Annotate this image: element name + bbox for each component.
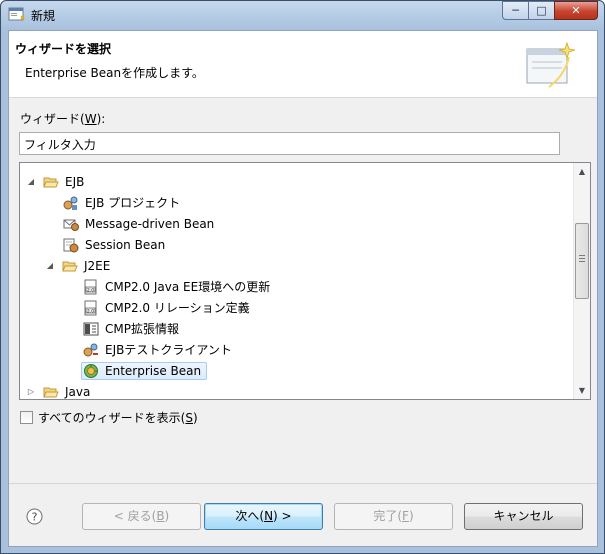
show-all-wizards-checkbox[interactable]: すべてのウィザードを表示(S) [20, 409, 198, 426]
tree-item-message-driven-bean[interactable]: Message-driven Bean [61, 213, 220, 234]
tree-scrollbar[interactable]: ▲ ▼ [573, 163, 590, 399]
folder-open-icon [62, 261, 78, 271]
tree-item-label: CMP2.0 リレーション定義 [105, 301, 250, 315]
tree-item-java[interactable]: ▷ Java [25, 381, 96, 399]
folder-open-icon [43, 177, 59, 187]
cmp-relation-icon: 2.0 [84, 300, 97, 315]
tree-item-label: EJB プロジェクト [85, 196, 181, 210]
help-icon[interactable]: ? [26, 508, 43, 525]
tree-item-label: EJBテストクライアント [105, 343, 232, 357]
new-wizard-app-icon [8, 7, 25, 21]
banner-title: ウィザードを選択 [15, 42, 112, 56]
button-bar-separator [9, 483, 597, 484]
session-bean-icon [63, 238, 79, 252]
ejb-project-icon [63, 196, 78, 210]
wizard-banner: ウィザードを選択 Enterprise Beanを作成します。 [9, 31, 597, 98]
tree-item-label: Java [65, 384, 91, 399]
tree-item-cmp-update[interactable]: 2.0 CMP2.0 Java EE環境への更新 [81, 276, 276, 297]
banner-description: Enterprise Beanを作成します。 [25, 66, 204, 80]
expand-arrow-icon[interactable]: ◢ [44, 261, 56, 270]
tree-item-ejb-project[interactable]: EJB プロジェクト [61, 192, 186, 213]
tree-item-label: Message-driven Bean [85, 216, 215, 231]
tree-item-label: Session Bean [85, 237, 166, 252]
show-all-label: すべてのウィザードを表示(S) [38, 411, 198, 425]
tree-item-label: CMP2.0 Java EE環境への更新 [105, 280, 271, 294]
wizard-banner-icon [526, 41, 575, 88]
collapse-arrow-icon[interactable]: ▷ [25, 387, 37, 396]
title-bar[interactable]: 新規 ─ □ ✕ [1, 1, 604, 29]
ejb-test-client-icon [83, 343, 98, 356]
svg-text:2.0: 2.0 [87, 287, 94, 293]
tree-item-label: EJB [65, 174, 85, 189]
message-driven-bean-icon [63, 219, 79, 231]
maximize-button[interactable]: □ [528, 1, 554, 20]
tree-item-enterprise-bean[interactable]: Enterprise Bean [81, 360, 208, 381]
scroll-up-arrow-icon[interactable]: ▲ [574, 163, 590, 180]
window-controls: ─ □ ✕ [502, 1, 598, 21]
tree-item-j2ee[interactable]: ◢ J2EE [44, 255, 116, 276]
window-title: 新規 [31, 9, 56, 23]
finish-button[interactable]: 完了(F) [334, 503, 453, 530]
tree-item-label: Enterprise Bean [105, 363, 202, 378]
expand-arrow-icon[interactable]: ◢ [25, 177, 37, 186]
tree-item-cmp-extension[interactable]: CMP拡張情報 [81, 318, 185, 339]
filter-input[interactable]: フィルタ入力 [19, 132, 560, 155]
cmp-extension-icon [83, 322, 99, 335]
cmp-update-icon: 2.0 [84, 279, 97, 294]
scroll-down-arrow-icon[interactable]: ▼ [574, 382, 590, 399]
svg-text:?: ? [32, 511, 38, 524]
close-button[interactable]: ✕ [554, 1, 598, 20]
dialog-window: 新規 ─ □ ✕ ウィザードを選択 Enterprise Beanを作成します。… [0, 0, 605, 554]
wizard-tree: ◢ EJB EJB プロジェクト Message-driven Bean Ses… [19, 162, 591, 400]
folder-icon [43, 387, 59, 397]
enterprise-bean-icon [84, 363, 98, 378]
dialog-client-area: ウィザードを選択 Enterprise Beanを作成します。 ウィザード(W)… [8, 30, 598, 547]
cancel-button[interactable]: キャンセル [464, 503, 583, 530]
minimize-button[interactable]: ─ [502, 1, 528, 20]
checkbox-box[interactable] [20, 411, 33, 424]
tree-item-cmp-relation[interactable]: 2.0 CMP2.0 リレーション定義 [81, 297, 256, 318]
tree-item-session-bean[interactable]: Session Bean [61, 234, 171, 255]
tree-item-label: CMP拡張情報 [105, 322, 179, 336]
scrollbar-thumb[interactable] [575, 223, 589, 299]
tree-item-label: J2EE [84, 258, 111, 273]
tree-item-ejb-test-client[interactable]: EJBテストクライアント [81, 339, 238, 360]
wizard-label: ウィザード(W): [20, 112, 106, 126]
next-button[interactable]: 次へ(N) > [204, 503, 323, 530]
back-button[interactable]: < 戻る(B) [82, 503, 201, 530]
svg-text:2.0: 2.0 [87, 308, 94, 314]
tree-item-ejb[interactable]: ◢ EJB [25, 171, 90, 192]
